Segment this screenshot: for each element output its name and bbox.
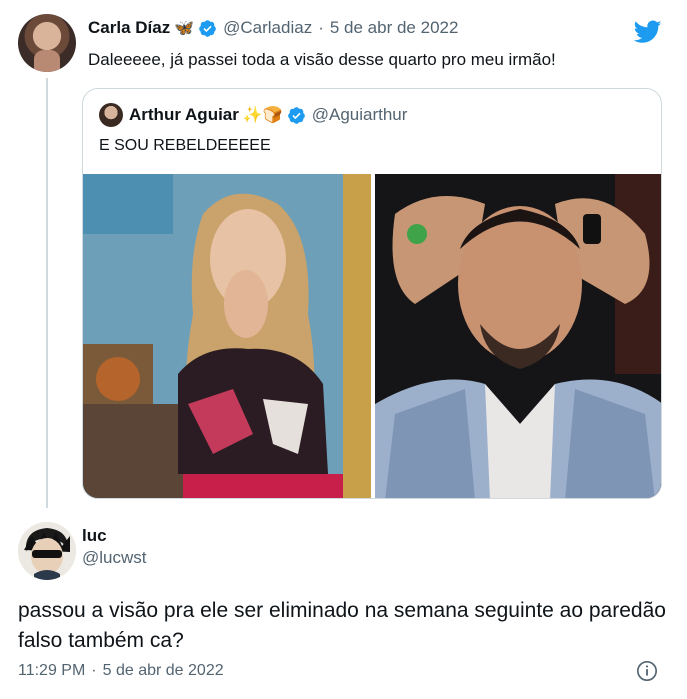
- sparkles-bread-emoji: ✨🍞: [242, 107, 283, 124]
- tweet-date[interactable]: 5 de abr de 2022: [330, 18, 459, 38]
- photo-illustration: [375, 174, 661, 498]
- butterfly-emoji: 🦋: [174, 20, 195, 37]
- avatar[interactable]: [18, 14, 76, 72]
- user-handle[interactable]: @lucwst: [82, 548, 147, 568]
- verified-badge-icon: [199, 19, 216, 37]
- quoted-tweet-card[interactable]: Arthur Aguiar ✨🍞 @Aguiarthur E SOU REBEL…: [82, 88, 662, 499]
- avatar: [99, 103, 123, 127]
- separator-dot: ·: [318, 18, 324, 37]
- display-name: Arthur Aguiar: [129, 105, 239, 124]
- parent-tweet: Carla Díaz 🦋 @Carladiaz · 5 de abr de 20…: [0, 0, 687, 512]
- twitter-bird-icon[interactable]: [634, 20, 662, 44]
- thread-line: [46, 78, 48, 508]
- separator-dot: ·: [91, 662, 97, 679]
- tweet-header: Carla Díaz 🦋 @Carladiaz · 5 de abr de 20…: [88, 18, 458, 38]
- avatar[interactable]: [18, 522, 76, 580]
- media-photo-left[interactable]: [83, 174, 371, 498]
- tweet-timestamp[interactable]: 11:29 PM · 5 de abr de 2022: [18, 662, 224, 680]
- quote-text: E SOU REBELDEEEEE: [99, 137, 271, 154]
- avatar-illustration: [18, 522, 76, 580]
- display-name[interactable]: luc: [82, 526, 107, 546]
- user-handle[interactable]: @Carladiaz: [223, 18, 312, 38]
- verified-badge-icon: [287, 106, 305, 124]
- info-icon[interactable]: [636, 660, 658, 682]
- tweet-date: 5 de abr de 2022: [102, 662, 224, 679]
- media-photo-right[interactable]: [375, 174, 661, 498]
- tweet-time: 11:29 PM: [18, 662, 86, 679]
- user-handle: @Aguiarthur: [311, 105, 408, 124]
- tweet-text: Daleeeee, já passei toda a visão desse q…: [88, 50, 556, 69]
- reply-tweet: luc @lucwst passou a visão pra ele ser e…: [0, 512, 687, 699]
- tweet-text: passou a visão pra ele ser eliminado na …: [18, 599, 666, 652]
- quote-header: Arthur Aguiar ✨🍞 @Aguiarthur: [99, 103, 407, 127]
- display-name[interactable]: Carla Díaz: [88, 18, 170, 38]
- photo-illustration: [83, 174, 371, 498]
